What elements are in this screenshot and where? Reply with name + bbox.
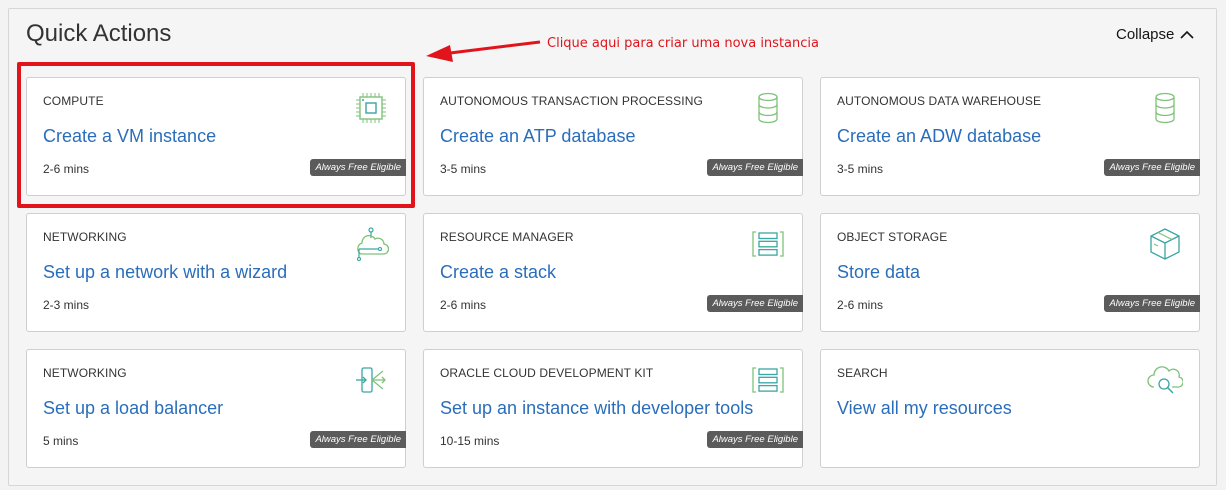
card-category: OBJECT STORAGE	[837, 230, 948, 244]
card-load-balancer[interactable]: NETWORKING Set up a load balancer 5 mins…	[26, 349, 406, 468]
card-store-data[interactable]: OBJECT STORAGE Store data 2-6 mins Alway…	[820, 213, 1200, 332]
annotation-text: Clique aqui para criar uma nova instanci…	[547, 36, 819, 51]
card-title-link[interactable]: Set up a network with a wizard	[43, 262, 287, 283]
card-category: NETWORKING	[43, 366, 127, 380]
card-category: NETWORKING	[43, 230, 127, 244]
always-free-badge: Always Free Eligible	[310, 431, 406, 448]
card-create-vm-instance[interactable]: COMPUTE Create a VM instance 2-6 mins Al…	[26, 77, 406, 196]
stack-icon	[750, 362, 786, 398]
cloud-network-icon	[353, 226, 389, 262]
collapse-label: Collapse	[1116, 26, 1175, 43]
card-duration: 3-5 mins	[440, 162, 487, 176]
chevron-up-icon	[1180, 30, 1194, 39]
page-title: Quick Actions	[26, 20, 172, 47]
always-free-badge: Always Free Eligible	[707, 431, 803, 448]
database-icon	[750, 90, 786, 126]
load-balancer-icon	[353, 362, 389, 398]
card-duration: 3-5 mins	[837, 162, 884, 176]
card-duration: 2-3 mins	[43, 298, 90, 312]
card-title-link[interactable]: Store data	[837, 262, 920, 283]
card-title-link[interactable]: Create a stack	[440, 262, 556, 283]
card-duration: 5 mins	[43, 434, 79, 448]
card-title-link[interactable]: Create an ATP database	[440, 126, 635, 147]
card-duration: 10-15 mins	[440, 434, 500, 448]
card-title-link[interactable]: View all my resources	[837, 398, 1012, 419]
card-category: AUTONOMOUS TRANSACTION PROCESSING	[440, 94, 703, 108]
card-title-link[interactable]: Create a VM instance	[43, 126, 216, 147]
card-category: AUTONOMOUS DATA WAREHOUSE	[837, 94, 1042, 108]
always-free-badge: Always Free Eligible	[1104, 295, 1200, 312]
card-duration: 2-6 mins	[43, 162, 90, 176]
collapse-button[interactable]: Collapse	[1116, 26, 1194, 43]
card-category: COMPUTE	[43, 94, 104, 108]
always-free-badge: Always Free Eligible	[707, 295, 803, 312]
card-title-link[interactable]: Set up a load balancer	[43, 398, 223, 419]
card-duration: 2-6 mins	[837, 298, 884, 312]
always-free-badge: Always Free Eligible	[707, 159, 803, 176]
card-create-adw-database[interactable]: AUTONOMOUS DATA WAREHOUSE Create an ADW …	[820, 77, 1200, 196]
cloud-search-icon	[1147, 362, 1183, 398]
annotation-arrow-icon	[426, 40, 541, 62]
card-developer-tools[interactable]: ORACLE CLOUD DEVELOPMENT KIT Set up an i…	[423, 349, 803, 468]
card-view-resources[interactable]: SEARCH View all my resources	[820, 349, 1200, 468]
always-free-badge: Always Free Eligible	[1104, 159, 1200, 176]
card-network-wizard[interactable]: NETWORKING Set up a network with a wizar…	[26, 213, 406, 332]
chip-icon	[353, 90, 389, 126]
always-free-badge: Always Free Eligible	[310, 159, 406, 176]
database-icon	[1147, 90, 1183, 126]
card-category: SEARCH	[837, 366, 888, 380]
card-create-atp-database[interactable]: AUTONOMOUS TRANSACTION PROCESSING Create…	[423, 77, 803, 196]
box-icon	[1147, 226, 1183, 262]
card-category: RESOURCE MANAGER	[440, 230, 574, 244]
card-create-stack[interactable]: RESOURCE MANAGER Create a stack 2-6 mins…	[423, 213, 803, 332]
card-category: ORACLE CLOUD DEVELOPMENT KIT	[440, 366, 654, 380]
card-title-link[interactable]: Create an ADW database	[837, 126, 1041, 147]
card-title-link[interactable]: Set up an instance with developer tools	[440, 398, 753, 419]
stack-icon	[750, 226, 786, 262]
card-duration: 2-6 mins	[440, 298, 487, 312]
